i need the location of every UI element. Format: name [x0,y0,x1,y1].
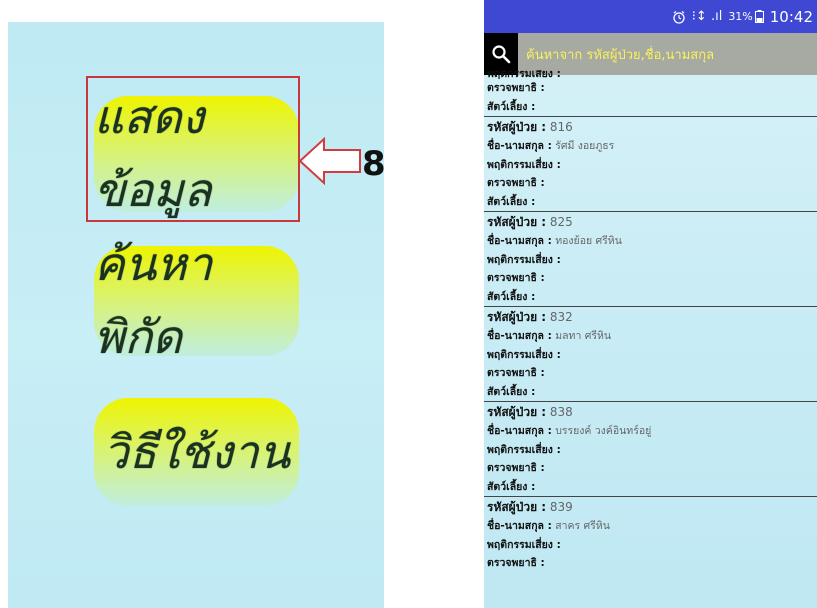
list-item[interactable]: รหัสผู้ป่วย : 832 ชื่อ-นามสกุล : มลทา ศร… [484,307,817,402]
search-bar[interactable]: ค้นหาจาก รหัสผู้ป่วย,ชื่อ,นามสกุล [484,33,817,75]
patient-code: 825 [549,215,573,229]
name-label: ชื่อ-นามสกุล : [487,330,552,342]
code-label: รหัสผู้ป่วย : [487,120,547,134]
status-time: 10:42 [769,7,813,26]
search-location-label: ค้นหาพิกัด [94,237,213,364]
behavior-label: พฤติกรรมเสี่ยง : [487,253,561,266]
search-location-button[interactable]: ค้นหาพิกัด [94,237,299,364]
patient-code: 839 [549,500,573,514]
animal-label: สัตว์เลี้ยง : [487,100,536,113]
how-to-use-button[interactable]: วิธีใช้งาน [94,398,299,506]
behavior-label: พฤติกรรมเสี่ยง : [487,443,561,456]
animal-label: สัตว์เลี้ยง : [487,290,536,303]
behavior-label: พฤติกรรมเสี่ยง : [487,538,561,551]
animal-label: สัตว์เลี้ยง : [487,385,536,398]
patient-name: รัศมี งอยภูธร [555,140,615,152]
name-label: ชื่อ-นามสกุล : [487,140,552,152]
patient-name: บรรยงค์ วงค์อินทร์อยู่ [555,425,652,437]
highlight-box [86,76,300,222]
patient-code: 832 [549,310,573,324]
battery-indicator: 31% [728,10,764,23]
search-input[interactable]: ค้นหาจาก รหัสผู้ป่วย,ชื่อ,นามสกุล [526,44,714,65]
search-button[interactable] [484,33,518,75]
name-label: ชื่อ-นามสกุล : [487,425,552,437]
patient-list[interactable]: พฤติกรรมเสี่ยง : ตรวจพยาธิ : สัตว์เลี้ยง… [484,70,817,573]
patient-code: 838 [549,405,573,419]
list-item[interactable]: พฤติกรรมเสี่ยง : ตรวจพยาธิ : สัตว์เลี้ยง… [484,70,817,117]
name-label: ชื่อ-นามสกุล : [487,520,552,532]
search-icon [492,45,511,64]
code-label: รหัสผู้ป่วย : [487,500,547,514]
code-label: รหัสผู้ป่วย : [487,310,547,324]
behavior-label: พฤติกรรมเสี่ยง : [487,158,561,171]
step-number: 8 [362,144,386,184]
patient-code: 816 [549,120,573,134]
how-to-use-label: วิธีใช้งาน [102,424,291,479]
code-label: รหัสผู้ป่วย : [487,215,547,229]
patient-name: ทองย้อย ศรีหิน [555,235,622,247]
patient-name: สาคร ศรีหิน [555,520,610,532]
check-label: ตรวจพยาธิ : [487,177,545,189]
alarm-icon [673,10,685,24]
behavior-label: พฤติกรรมเสี่ยง : [487,348,561,361]
list-item[interactable]: รหัสผู้ป่วย : 825 ชื่อ-นามสกุล : ทองย้อย… [484,212,817,307]
arrow-left-icon [298,136,361,186]
check-label: ตรวจพยาธิ : [487,557,545,569]
battery-percent: 31% [728,10,753,23]
phone-screen: ⁝↕ .ıl 31% 10:42 ค้นหาจาก รหัสผู้ป่วย,ชื… [484,0,817,608]
list-item[interactable]: รหัสผู้ป่วย : 816 ชื่อ-นามสกุล : รัศมี ง… [484,117,817,212]
list-item[interactable]: รหัสผู้ป่วย : 838 ชื่อ-นามสกุล : บรรยงค์… [484,402,817,497]
check-label: ตรวจพยาธิ : [487,367,545,379]
name-label: ชื่อ-นามสกุล : [487,235,552,247]
animal-label: สัตว์เลี้ยง : [487,480,536,493]
code-label: รหัสผู้ป่วย : [487,405,547,419]
list-item[interactable]: รหัสผู้ป่วย : 839 ชื่อ-นามสกุล : สาคร ศร… [484,497,817,573]
animal-label: สัตว์เลี้ยง : [487,195,536,208]
signal-icon: ⁝↕ .ıl [691,9,723,24]
check-label: ตรวจพยาธิ : [487,272,545,284]
check-label: ตรวจพยาธิ : [487,82,545,94]
status-bar: ⁝↕ .ıl 31% 10:42 [484,0,817,33]
patient-name: มลทา ศรีหิน [555,330,612,342]
check-label: ตรวจพยาธิ : [487,462,545,474]
battery-icon [754,10,764,23]
